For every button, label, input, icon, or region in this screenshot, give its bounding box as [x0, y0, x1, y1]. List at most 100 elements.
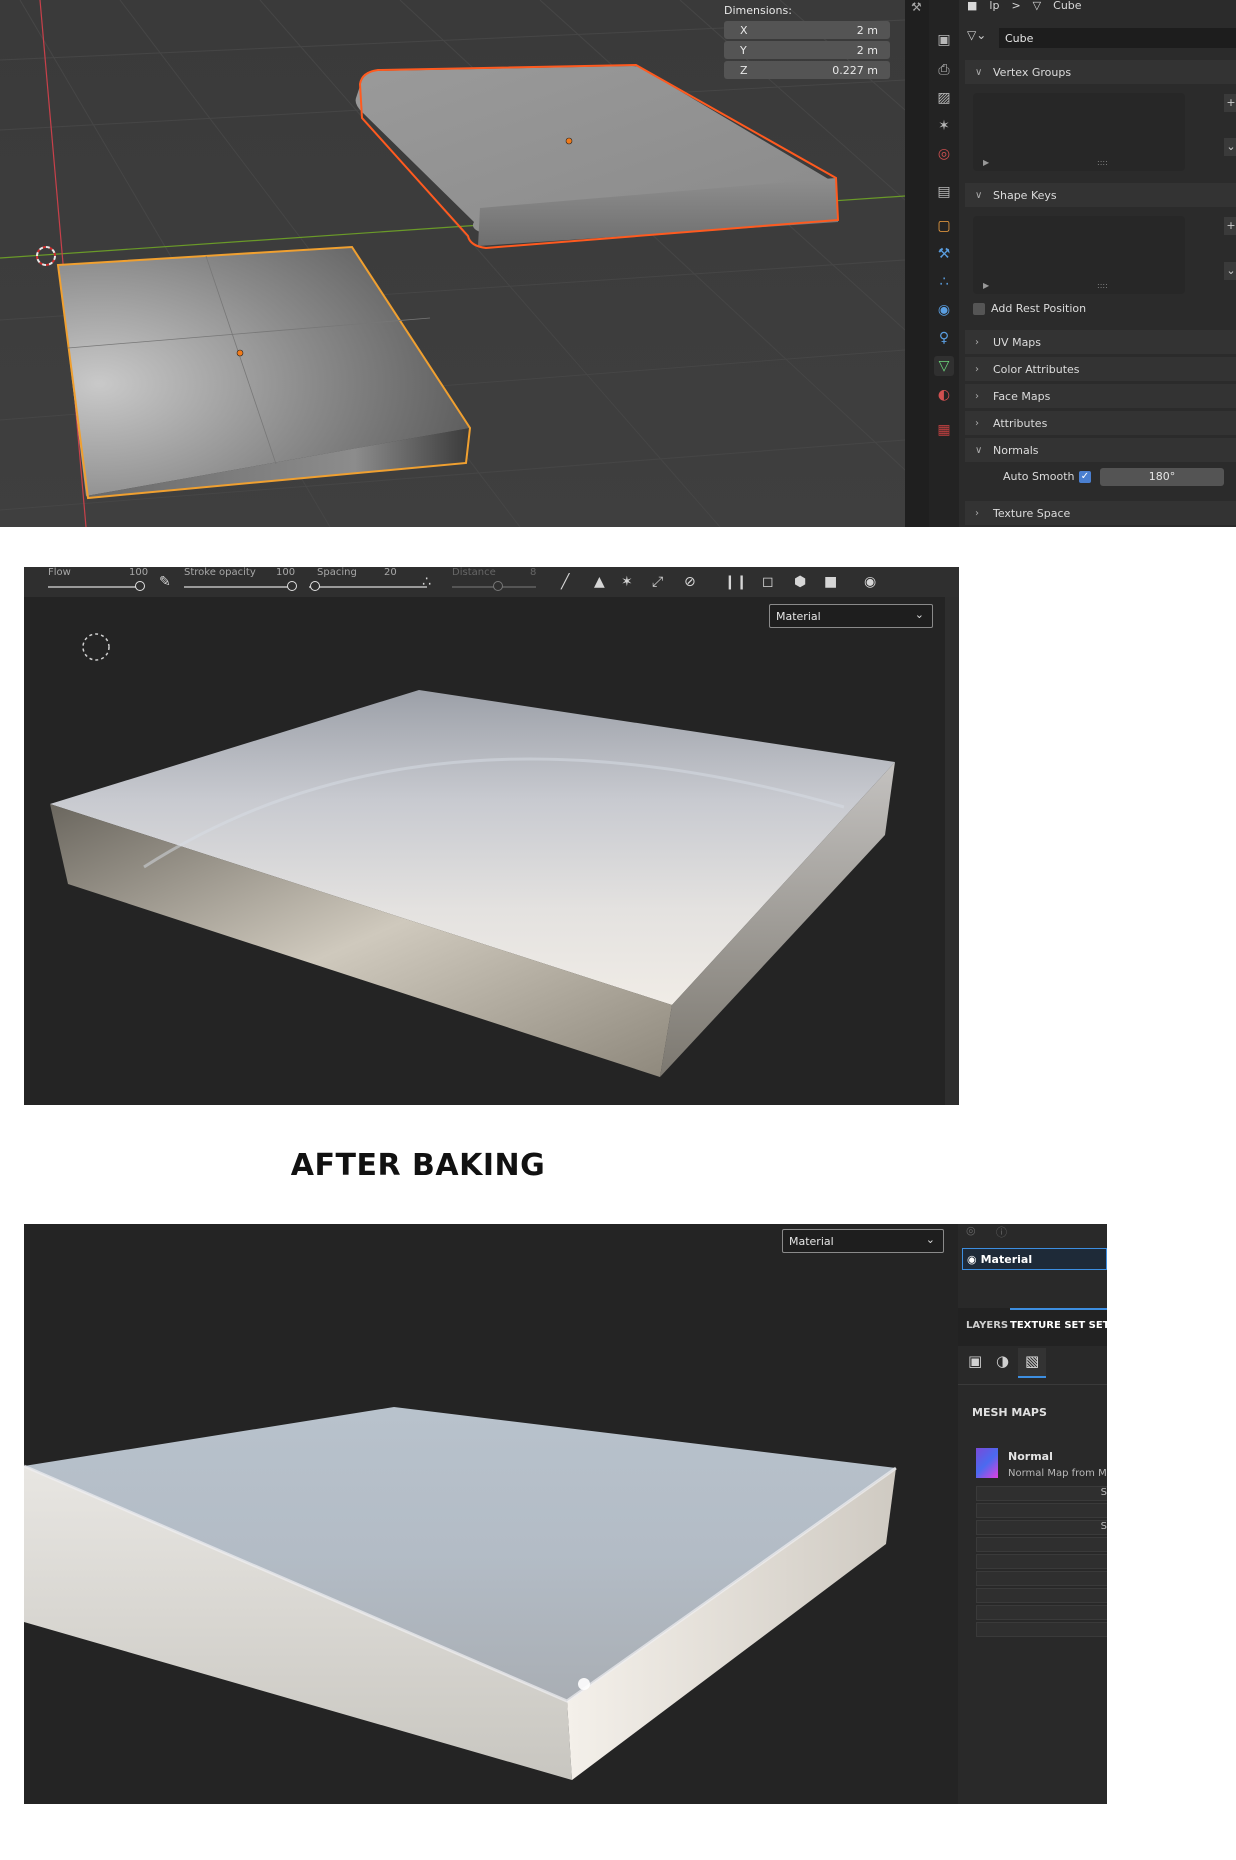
spacing-slider[interactable] [309, 586, 427, 588]
object-icon[interactable]: ▢ [934, 216, 954, 236]
tool-icon[interactable]: ⚒ [911, 0, 922, 14]
chevron-right-icon: › [975, 417, 979, 429]
camera-view-icon[interactable]: ◻ [762, 574, 774, 590]
scene-icon[interactable]: ✶ [934, 116, 954, 136]
add-rest-position-row: Add Rest Position [973, 302, 1086, 315]
texture-set-panel: ◎ ⓘ ◉ Material LAYERS TEXTURE SET SET ▣ … [958, 1224, 1107, 1804]
texture-set-item[interactable]: ◉ Material [962, 1248, 1107, 1270]
perspective-icon[interactable]: ⊘ [684, 574, 696, 590]
bake-settings-icon[interactable]: ▣ [968, 1352, 982, 1370]
mesh-map-row[interactable] [976, 1588, 1107, 1603]
physics-icon[interactable]: ◉ [934, 300, 954, 320]
chevron-down-icon[interactable]: ⌄ [1224, 262, 1236, 280]
flow-slider[interactable] [48, 586, 140, 588]
data-icon[interactable]: ▽ [934, 356, 954, 376]
dimension-z-field[interactable]: Z 0.227 m [724, 61, 890, 79]
uv-maps-header[interactable]: › UV Maps [965, 330, 1236, 354]
collection-icon[interactable]: ▤ [934, 182, 954, 202]
eye-icon[interactable]: ◉ [967, 1253, 977, 1266]
mesh-map-row[interactable]: S [976, 1486, 1107, 1501]
attributes-header[interactable]: › Attributes [965, 411, 1236, 435]
viewport-scene [24, 567, 959, 1105]
chevron-down-icon: ∨ [975, 189, 983, 201]
dimension-y-field[interactable]: Y 2 m [724, 41, 890, 59]
vertex-groups-header[interactable]: ∨ Vertex Groups [965, 60, 1236, 84]
render-icon[interactable]: ▣ [934, 30, 954, 50]
normals-header[interactable]: ∨ Normals [965, 438, 1236, 462]
distance-slider-knob[interactable] [493, 581, 503, 591]
modifier-icon[interactable]: ⚒ [934, 244, 954, 264]
auto-smooth-angle-field[interactable]: 180° [1100, 468, 1224, 486]
flow-label: Flow [48, 567, 71, 578]
breadcrumb-data[interactable]: Cube [1053, 0, 1081, 12]
layers-tab[interactable]: LAYERS [966, 1320, 1008, 1331]
mesh-map-row[interactable] [976, 1605, 1107, 1620]
resize-handle-icon[interactable]: :::: [1097, 281, 1108, 290]
info-icon[interactable]: ⓘ [996, 1224, 1007, 1240]
particles-icon[interactable]: ∴ [934, 272, 954, 292]
lazy-mouse-icon[interactable]: ✶ [621, 574, 633, 590]
transform-icon[interactable]: ⤢ [652, 574, 663, 590]
auto-smooth-checkbox[interactable]: ✓ [1079, 471, 1091, 483]
stroke-opacity-slider[interactable] [184, 586, 292, 588]
texture-space-header[interactable]: › Texture Space [965, 501, 1236, 525]
lazy-mouse-icon[interactable]: ∴ [422, 574, 431, 590]
chevron-right-icon: › [975, 507, 979, 519]
breadcrumb-object[interactable]: lp [989, 0, 999, 12]
normal-map-thumbnail[interactable] [976, 1448, 998, 1478]
chevron-down-icon: ⌄ [925, 1233, 935, 1246]
mesh-map-row[interactable] [976, 1571, 1107, 1586]
constraints-icon[interactable]: ♀ [934, 328, 954, 348]
dropdown-value: Material [789, 1234, 834, 1248]
3d-viewport[interactable]: Dimensions: X 2 m Y 2 m Z 0.227 m [0, 0, 905, 527]
expand-icon[interactable]: ▶ [983, 158, 989, 167]
chevron-down-icon: ⌄ [914, 608, 924, 621]
stroke-icon[interactable]: ╱ [561, 574, 569, 590]
shape-keys-header[interactable]: ∨ Shape Keys [965, 183, 1236, 207]
flow-slider-knob[interactable] [135, 581, 145, 591]
dimension-value: 0.227 m [832, 63, 878, 77]
pause-icon[interactable]: ❙❙ [724, 574, 747, 590]
material-channel-dropdown[interactable]: Material ⌄ [782, 1229, 944, 1253]
world-icon[interactable]: ◎ [934, 144, 954, 164]
mesh-map-row[interactable] [976, 1554, 1107, 1569]
add-icon[interactable]: + [1224, 94, 1236, 112]
cube-view-icon[interactable]: ⬢ [794, 574, 806, 590]
screenshot-icon[interactable]: ◉ [864, 574, 876, 590]
vertex-groups-list[interactable]: ▶ :::: [973, 93, 1185, 171]
brush-icon[interactable]: ✎ [159, 574, 171, 590]
mesh-map-row[interactable] [976, 1622, 1107, 1637]
texture-icon[interactable]: ▦ [934, 420, 954, 440]
symmetry-icon[interactable]: ▲ [594, 574, 605, 590]
auto-smooth-label: Auto Smooth [1003, 470, 1075, 483]
output-icon[interactable]: ⎙ [934, 60, 954, 80]
video-icon[interactable]: ■ [824, 574, 837, 590]
view-layer-icon[interactable]: ▨ [934, 88, 954, 108]
caption-heading: AFTER BAKING [290, 1148, 546, 1183]
material-icon[interactable]: ◑ [996, 1352, 1009, 1370]
visibility-icon[interactable]: ◎ [966, 1224, 976, 1237]
shape-keys-list[interactable]: ▶ :::: [973, 216, 1185, 294]
painter-viewport-before: Flow 100 ✎ Stroke opacity 100 Spacing 20… [24, 567, 959, 1105]
mesh-map-row[interactable]: S [976, 1520, 1107, 1535]
material-icon[interactable]: ◐ [934, 385, 954, 405]
dimension-value: 2 m [856, 43, 878, 57]
dimension-x-field[interactable]: X 2 m [724, 21, 890, 39]
stroke-opacity-slider-knob[interactable] [287, 581, 297, 591]
breadcrumb-separator: > [1011, 0, 1021, 12]
color-attributes-header[interactable]: › Color Attributes [965, 357, 1236, 381]
spacing-slider-knob[interactable] [310, 581, 320, 591]
add-rest-position-checkbox[interactable] [973, 302, 985, 315]
texture-set-settings-tab[interactable]: TEXTURE SET SET [1010, 1320, 1107, 1331]
chevron-down-icon[interactable]: ⌄ [1224, 138, 1236, 156]
resize-handle-icon[interactable]: :::: [1097, 158, 1108, 167]
face-maps-header[interactable]: › Face Maps [965, 384, 1236, 408]
mesh-maps-tab[interactable]: ▧ [1018, 1348, 1046, 1378]
material-channel-dropdown[interactable]: Material ⌄ [769, 604, 933, 628]
mesh-map-row[interactable] [976, 1503, 1107, 1518]
expand-icon[interactable]: ▶ [983, 281, 989, 290]
mesh-map-row[interactable] [976, 1537, 1107, 1552]
add-icon[interactable]: + [1224, 217, 1236, 235]
mesh-name-field[interactable]: Cube [999, 28, 1236, 48]
mesh-data-dropdown-icon[interactable]: ▽⌄ [967, 28, 986, 42]
